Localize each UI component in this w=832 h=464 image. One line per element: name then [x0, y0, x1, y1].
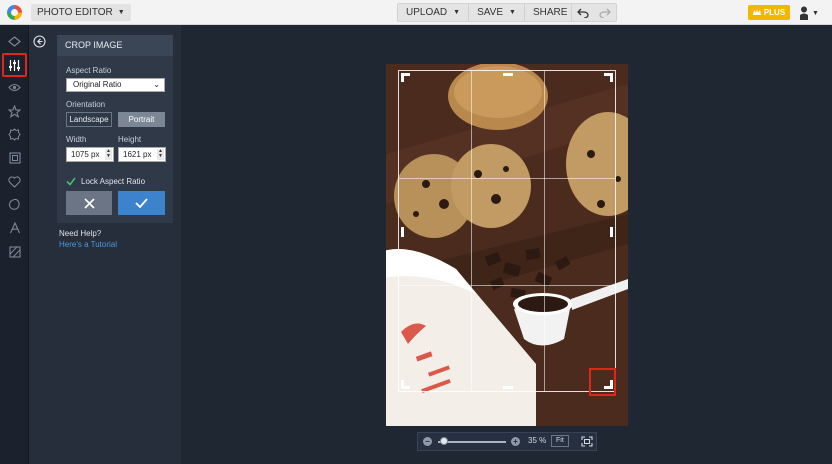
crop-handle-bottom[interactable] [503, 386, 513, 389]
fullscreen-icon [581, 436, 593, 447]
crop-panel-title: CROP IMAGE [57, 35, 173, 56]
photo-editor-label: PHOTO EDITOR [37, 7, 113, 18]
tutorial-link[interactable]: Here's a Tutorial [59, 240, 117, 249]
crop-handle-top[interactable] [503, 73, 513, 76]
stickers-tool[interactable] [6, 173, 23, 190]
touch-up-tool[interactable] [6, 103, 23, 120]
app-logo-icon[interactable] [7, 5, 22, 20]
zoom-bar: − + 35 % Fit [417, 432, 597, 451]
chevron-down-icon: ⌄ [153, 80, 160, 89]
lock-aspect-ratio-label: Lock Aspect Ratio [81, 177, 146, 186]
fit-button[interactable]: Fit [551, 435, 569, 447]
crop-handle-bottom-left[interactable] [401, 380, 410, 389]
photo-editor-menu[interactable]: PHOTO EDITOR ▼ [31, 4, 131, 21]
cancel-crop-button[interactable] [66, 191, 112, 215]
crop-settings-card: CROP IMAGE Aspect Ratio Original Ratio ⌄… [57, 35, 173, 223]
zoom-slider-track[interactable] [438, 441, 506, 443]
checkmark-icon [135, 198, 148, 208]
text-tool[interactable] [6, 219, 23, 236]
zoom-in-button[interactable]: + [511, 437, 520, 446]
zoom-slider-thumb[interactable] [440, 437, 448, 445]
crop-panel: CROP IMAGE Aspect Ratio Original Ratio ⌄… [29, 25, 181, 464]
tool-rail [0, 25, 29, 464]
crop-handle-right[interactable] [610, 227, 613, 237]
share-label: SHARE [532, 7, 568, 18]
history-controls [571, 3, 617, 22]
portrait-button[interactable]: Portrait [118, 112, 165, 127]
crop-box[interactable] [398, 70, 616, 392]
file-actions: UPLOAD ▼ SAVE ▼ SHARE ▼ [397, 3, 590, 22]
height-field[interactable]: 1621 px ▲ ▼ [118, 147, 166, 162]
close-icon [83, 197, 95, 209]
redo-button[interactable] [594, 4, 616, 21]
chevron-down-icon: ▼ [812, 9, 819, 17]
overlays-tool[interactable] [6, 126, 23, 143]
aspect-ratio-label: Aspect Ratio [66, 66, 112, 75]
crop-handle-left[interactable] [401, 227, 404, 237]
eye-icon [8, 83, 21, 92]
height-stepper[interactable]: ▲ ▼ [157, 149, 164, 160]
resize-handle-highlight [589, 368, 616, 396]
frame-icon [8, 151, 21, 164]
landscape-button[interactable]: Landscape [66, 112, 112, 127]
shapes-tool[interactable] [6, 196, 23, 213]
aspect-ratio-value: Original Ratio [73, 80, 122, 89]
chevron-down-icon: ▼ [509, 9, 516, 16]
width-field[interactable]: 1075 px ▲ ▼ [66, 147, 114, 162]
save-label: SAVE [477, 7, 503, 18]
blob-icon [8, 198, 20, 210]
zoom-level: 35 % [528, 436, 547, 445]
frames-tool[interactable] [6, 149, 23, 166]
crown-icon [752, 9, 761, 15]
grid-line [544, 71, 545, 391]
grid-line [471, 71, 472, 391]
width-value: 1075 px [71, 150, 100, 159]
fullscreen-button[interactable] [581, 436, 593, 447]
crop-handle-top-right[interactable] [604, 73, 613, 82]
width-label: Width [66, 135, 87, 144]
top-bar: PHOTO EDITOR ▼ UPLOAD ▼ SAVE ▼ SHARE ▼ [0, 0, 832, 25]
chevron-down-icon: ▼ [117, 9, 125, 16]
need-help-label: Need Help? [59, 229, 102, 238]
star-icon [8, 105, 21, 118]
height-label: Height [118, 135, 142, 144]
heart-icon [8, 175, 21, 188]
editor-canvas: − + 35 % Fit [181, 25, 832, 464]
back-button[interactable] [33, 35, 46, 48]
upload-button[interactable]: UPLOAD ▼ [398, 4, 470, 21]
layers-tool[interactable] [6, 33, 23, 50]
user-menu[interactable]: ▼ [799, 4, 819, 22]
text-icon [9, 221, 20, 233]
user-avatar-icon [800, 6, 808, 20]
grid-line [399, 178, 615, 179]
layers-icon [8, 36, 21, 47]
badge-icon [8, 128, 21, 141]
redo-icon [599, 8, 611, 18]
apply-crop-button[interactable] [118, 191, 165, 215]
texture-icon [8, 245, 21, 258]
checkmark-icon [66, 177, 76, 186]
height-value: 1621 px [123, 150, 152, 159]
active-tool-highlight [2, 53, 27, 77]
plus-upgrade-button[interactable]: PLUS [748, 5, 790, 20]
textures-tool[interactable] [6, 243, 23, 260]
back-arrow-icon [33, 35, 46, 48]
upload-label: UPLOAD [406, 7, 448, 18]
effects-tool[interactable] [6, 79, 23, 96]
crop-handle-top-left[interactable] [401, 73, 410, 82]
save-button[interactable]: SAVE ▼ [469, 4, 525, 21]
aspect-ratio-select[interactable]: Original Ratio ⌄ [66, 78, 165, 92]
chevron-down-icon: ▼ [453, 9, 461, 16]
orientation-label: Orientation [66, 100, 106, 109]
plus-label: PLUS [763, 8, 786, 17]
zoom-out-button[interactable]: − [423, 437, 432, 446]
undo-icon [577, 8, 589, 18]
undo-button[interactable] [572, 4, 594, 21]
lock-aspect-ratio-checkbox[interactable]: Lock Aspect Ratio [66, 177, 145, 186]
grid-line [399, 285, 615, 286]
width-stepper[interactable]: ▲ ▼ [105, 149, 112, 160]
